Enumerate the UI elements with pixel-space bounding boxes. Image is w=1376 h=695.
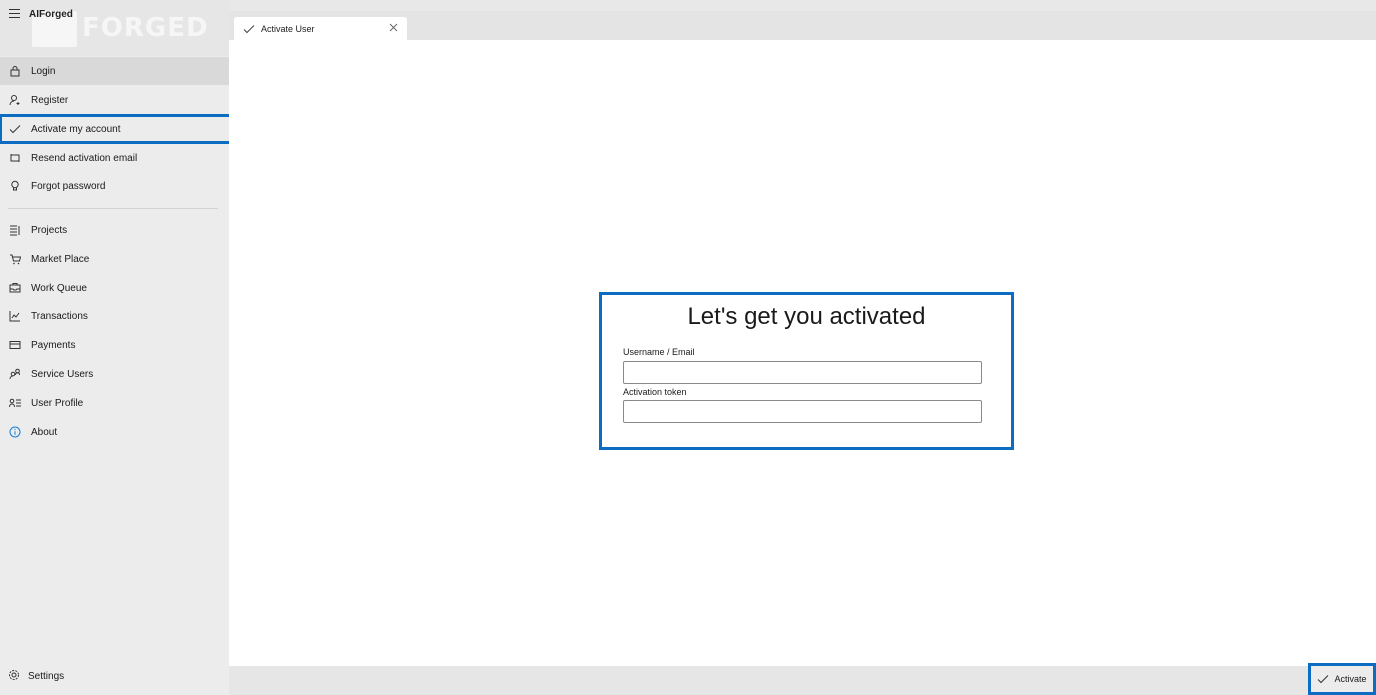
sidebar-item-forgot-password[interactable]: Forgot password bbox=[0, 172, 229, 200]
info-icon bbox=[8, 425, 22, 439]
sidebar-item-payments[interactable]: Payments bbox=[0, 331, 229, 359]
lock-icon bbox=[8, 64, 22, 78]
sidebar-item-activate-my-account[interactable]: Activate my account bbox=[0, 114, 232, 144]
sidebar-item-projects[interactable]: Projects bbox=[0, 216, 229, 244]
gear-icon bbox=[8, 669, 22, 683]
sidebar-item-label: User Profile bbox=[31, 397, 84, 409]
cart-icon bbox=[8, 252, 22, 266]
sidebar-item-service-users[interactable]: Service Users bbox=[0, 360, 229, 388]
activation-token-label: Activation token bbox=[623, 387, 687, 397]
person-add-icon bbox=[8, 93, 22, 107]
sidebar-item-work-queue[interactable]: Work Queue bbox=[0, 274, 229, 302]
sidebar-item-label: Register bbox=[31, 94, 69, 106]
sidebar-item-label: Service Users bbox=[31, 368, 94, 380]
sidebar-item-login[interactable]: Login bbox=[0, 57, 229, 85]
hamburger-menu-icon[interactable] bbox=[9, 9, 20, 18]
profile-icon bbox=[8, 396, 22, 410]
inbox-icon bbox=[8, 281, 22, 295]
logo-word: FORGED bbox=[82, 13, 209, 43]
sidebar-item-label: Resend activation email bbox=[31, 152, 138, 164]
chart-icon bbox=[8, 309, 22, 323]
tab-bar: Activate User bbox=[229, 11, 1376, 40]
tab-label: Activate User bbox=[261, 23, 315, 34]
sidebar: FORGED AIForged Login Register Activate … bbox=[0, 0, 232, 695]
close-icon[interactable] bbox=[389, 23, 398, 32]
sidebar-item-market-place[interactable]: Market Place bbox=[0, 245, 229, 273]
app-name: AIForged bbox=[29, 9, 73, 20]
sidebar-item-register[interactable]: Register bbox=[0, 86, 229, 114]
sidebar-item-label: Work Queue bbox=[31, 282, 87, 294]
sidebar-item-label: Projects bbox=[31, 224, 68, 236]
sidebar-divider bbox=[8, 208, 218, 209]
username-email-input[interactable] bbox=[623, 361, 982, 384]
tab-activate-user[interactable]: Activate User bbox=[234, 17, 407, 40]
card-icon bbox=[8, 338, 22, 352]
username-label: Username / Email bbox=[623, 347, 695, 357]
activate-button[interactable]: Activate bbox=[1308, 663, 1376, 695]
sidebar-item-label: Transactions bbox=[31, 310, 88, 322]
sidebar-item-label: About bbox=[31, 426, 58, 438]
sidebar-header: FORGED AIForged bbox=[0, 0, 229, 56]
projects-icon bbox=[8, 223, 22, 237]
settings-label: Settings bbox=[28, 670, 65, 682]
sidebar-item-user-profile[interactable]: User Profile bbox=[0, 389, 229, 417]
sidebar-item-about[interactable]: About bbox=[0, 418, 229, 446]
sidebar-item-label: Market Place bbox=[31, 253, 90, 265]
checkmark-icon bbox=[243, 23, 255, 35]
sidebar-item-label: Login bbox=[31, 65, 56, 77]
main-content: Let's get you activated Username / Email… bbox=[229, 40, 1376, 666]
resend-icon bbox=[8, 151, 22, 165]
activation-token-input[interactable] bbox=[623, 400, 982, 423]
sidebar-item-resend-activation-email[interactable]: Resend activation email bbox=[0, 144, 229, 172]
activate-button-label: Activate bbox=[1334, 674, 1367, 684]
sidebar-item-label: Payments bbox=[31, 339, 76, 351]
checkmark-icon bbox=[8, 122, 22, 136]
sidebar-item-transactions[interactable]: Transactions bbox=[0, 302, 229, 330]
sidebar-item-label: Activate my account bbox=[31, 123, 121, 135]
activation-form: Let's get you activated Username / Email… bbox=[599, 292, 1014, 450]
people-icon bbox=[8, 367, 22, 381]
sidebar-item-label: Forgot password bbox=[31, 180, 106, 192]
bottom-command-bar bbox=[229, 666, 1376, 695]
form-title: Let's get you activated bbox=[687, 303, 926, 330]
sidebar-item-settings[interactable]: Settings bbox=[0, 662, 229, 690]
checkmark-icon bbox=[1317, 673, 1329, 685]
lightbulb-icon bbox=[8, 179, 22, 193]
